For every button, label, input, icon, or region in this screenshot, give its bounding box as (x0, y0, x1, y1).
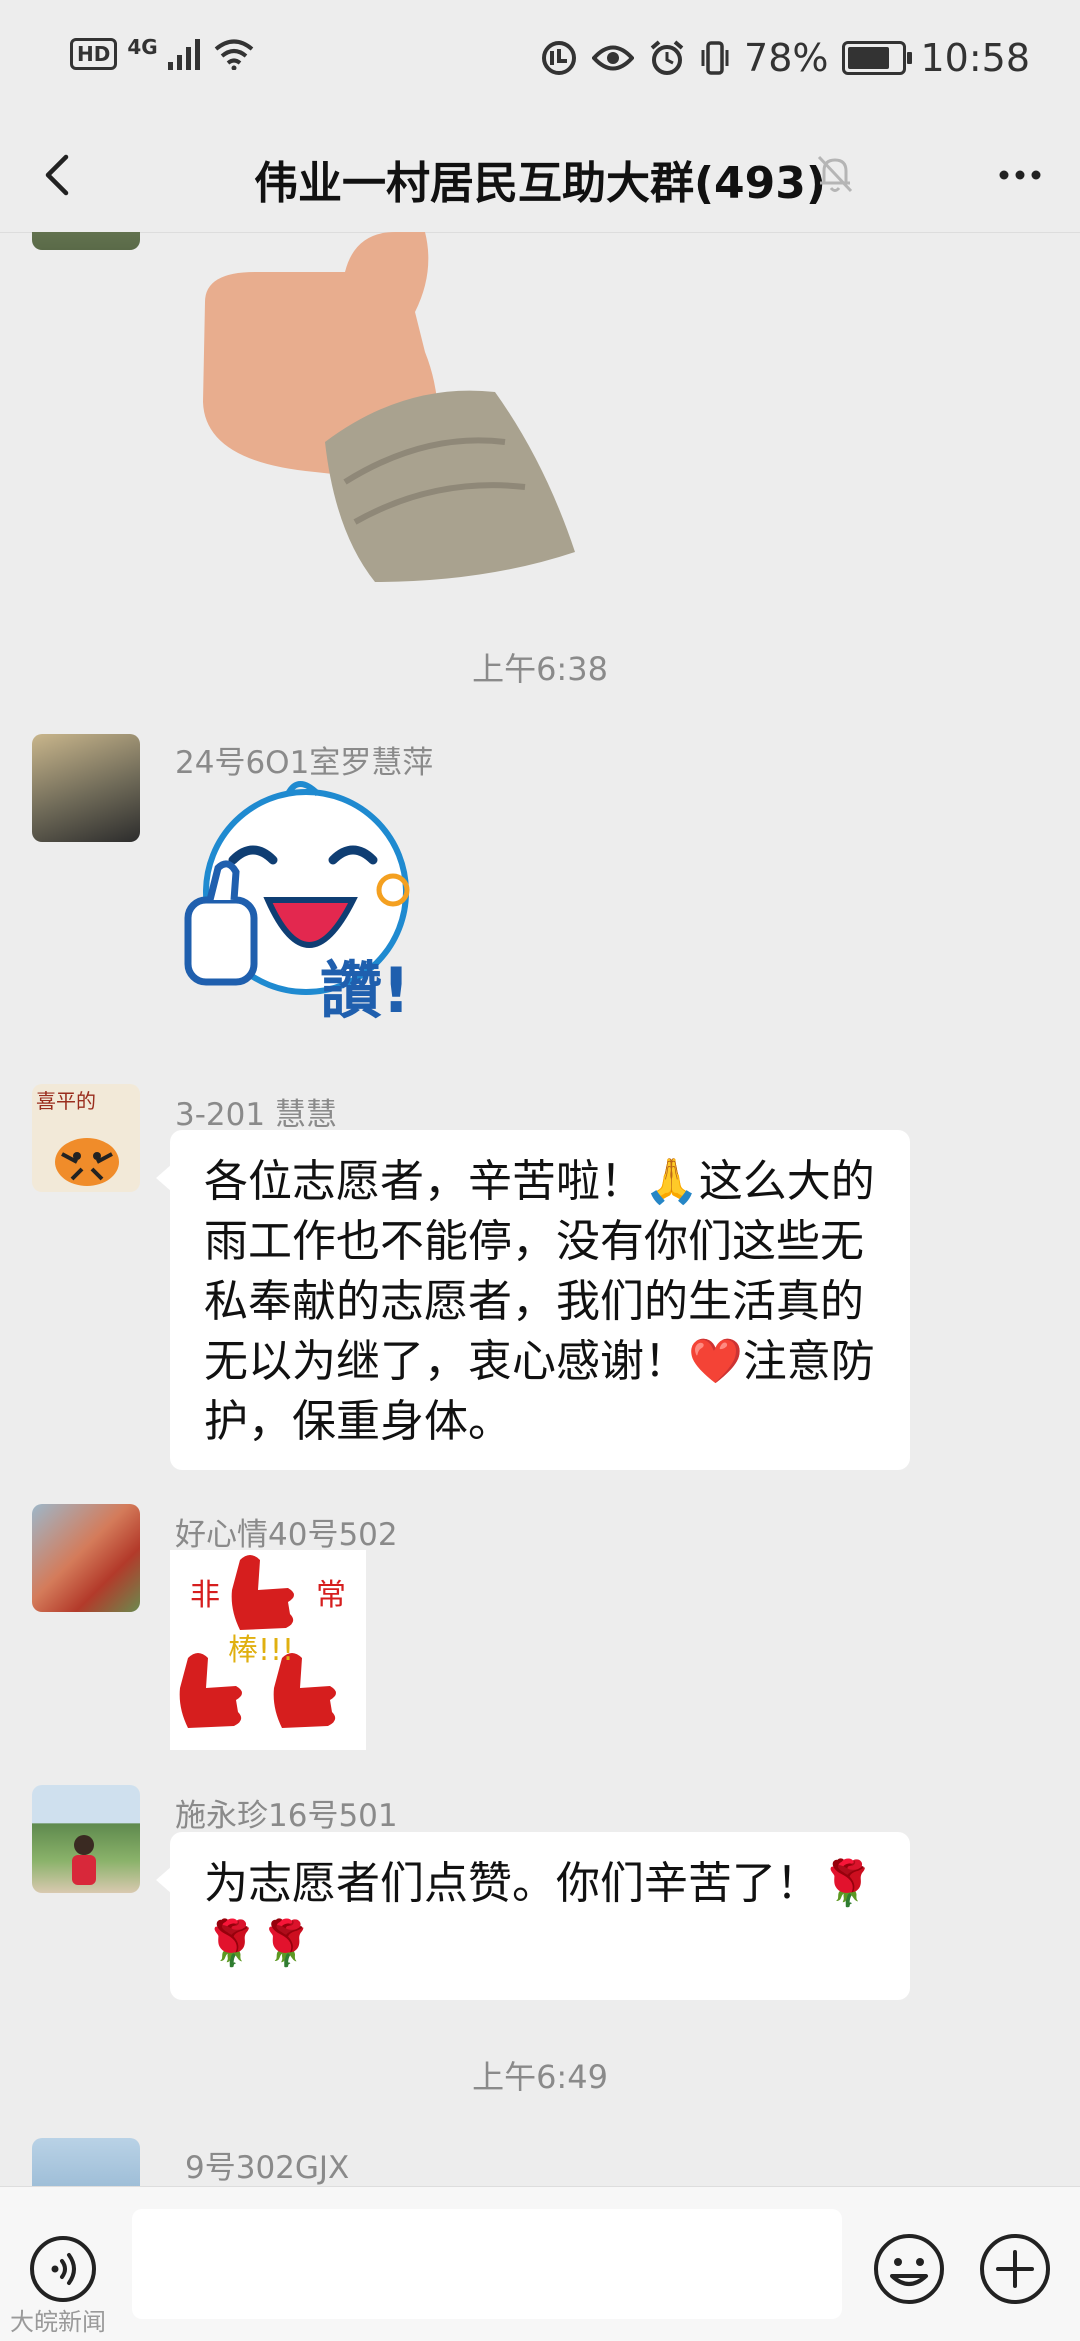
tiger-icon: 喜平的 (36, 1089, 119, 1186)
message-bubble[interactable]: 为志愿者们点赞。你们辛苦了！🌹🌹🌹 (156, 1832, 910, 2000)
svg-text:喜平的: 喜平的 (36, 1089, 96, 1113)
avatar[interactable] (32, 1785, 140, 1893)
sticker-text: 常 (316, 1578, 346, 1613)
like-sticker[interactable]: 讚! (178, 780, 438, 1030)
vibrate-icon (701, 41, 729, 75)
sender-name: 好心情40号502 (175, 1517, 398, 1553)
data-saver-icon (542, 41, 577, 75)
voice-input-icon[interactable] (28, 2234, 98, 2304)
clock: 10:58 (920, 36, 1030, 80)
chat-header: 伟业一村居民互助大群(493) (0, 125, 1080, 233)
plus-icon[interactable] (978, 2232, 1052, 2306)
timestamp: 上午6:38 (472, 650, 608, 688)
sender-name: 9号302GJX (185, 2150, 350, 2186)
watermark: 大皖新闻 (10, 2308, 106, 2336)
alarm-icon (650, 40, 684, 75)
hd-badge: HD (70, 38, 118, 70)
wifi-icon (214, 39, 253, 70)
avatar[interactable] (32, 232, 140, 250)
person-icon (72, 1835, 96, 1885)
avatar[interactable] (32, 734, 140, 842)
battery-icon (842, 41, 913, 75)
input-bar: 大皖新闻 (0, 2186, 1080, 2341)
avatar[interactable]: 喜平的 (32, 1084, 140, 1192)
message-bubble[interactable]: 各位志愿者，辛苦啦！🙏这么大的雨工作也不能停，没有你们这些无私奉献的志愿者，我们… (156, 1130, 910, 1470)
emoji-icon[interactable] (872, 2232, 946, 2306)
sticker-caption: 讚! (320, 954, 410, 1027)
network-type: 4G (127, 35, 158, 59)
message-input[interactable] (132, 2209, 842, 2319)
sender-name: 施永珍16号501 (175, 1798, 398, 1834)
mute-bell-icon (817, 155, 853, 193)
sender-name: 3-201 慧慧 (175, 1097, 337, 1133)
group-title: 伟业一村居民互助大群(493) (253, 158, 827, 209)
timestamp: 上午6:49 (472, 2058, 608, 2096)
great-sticker[interactable]: 非 常 棒!!! (170, 1550, 366, 1750)
sticker-text: 棒!!! (228, 1633, 294, 1668)
battery-percent: 78% (744, 36, 829, 80)
eye-icon (592, 45, 635, 71)
thumbs-up-sticker[interactable] (195, 232, 575, 592)
sticker-text: 非 (190, 1578, 220, 1613)
status-bar: HD 4G 78% 10:58 (0, 0, 1080, 125)
avatar[interactable] (32, 2138, 140, 2186)
more-options-icon[interactable] (990, 145, 1050, 205)
message-list[interactable]: 上午6:38 24号6O1室罗慧萍 讚! 喜平的 3-201 慧慧 各位志愿者，… (0, 232, 1080, 2186)
sender-name: 24号6O1室罗慧萍 (175, 745, 434, 781)
signal-icon (167, 39, 200, 70)
avatar[interactable] (32, 1504, 140, 1612)
